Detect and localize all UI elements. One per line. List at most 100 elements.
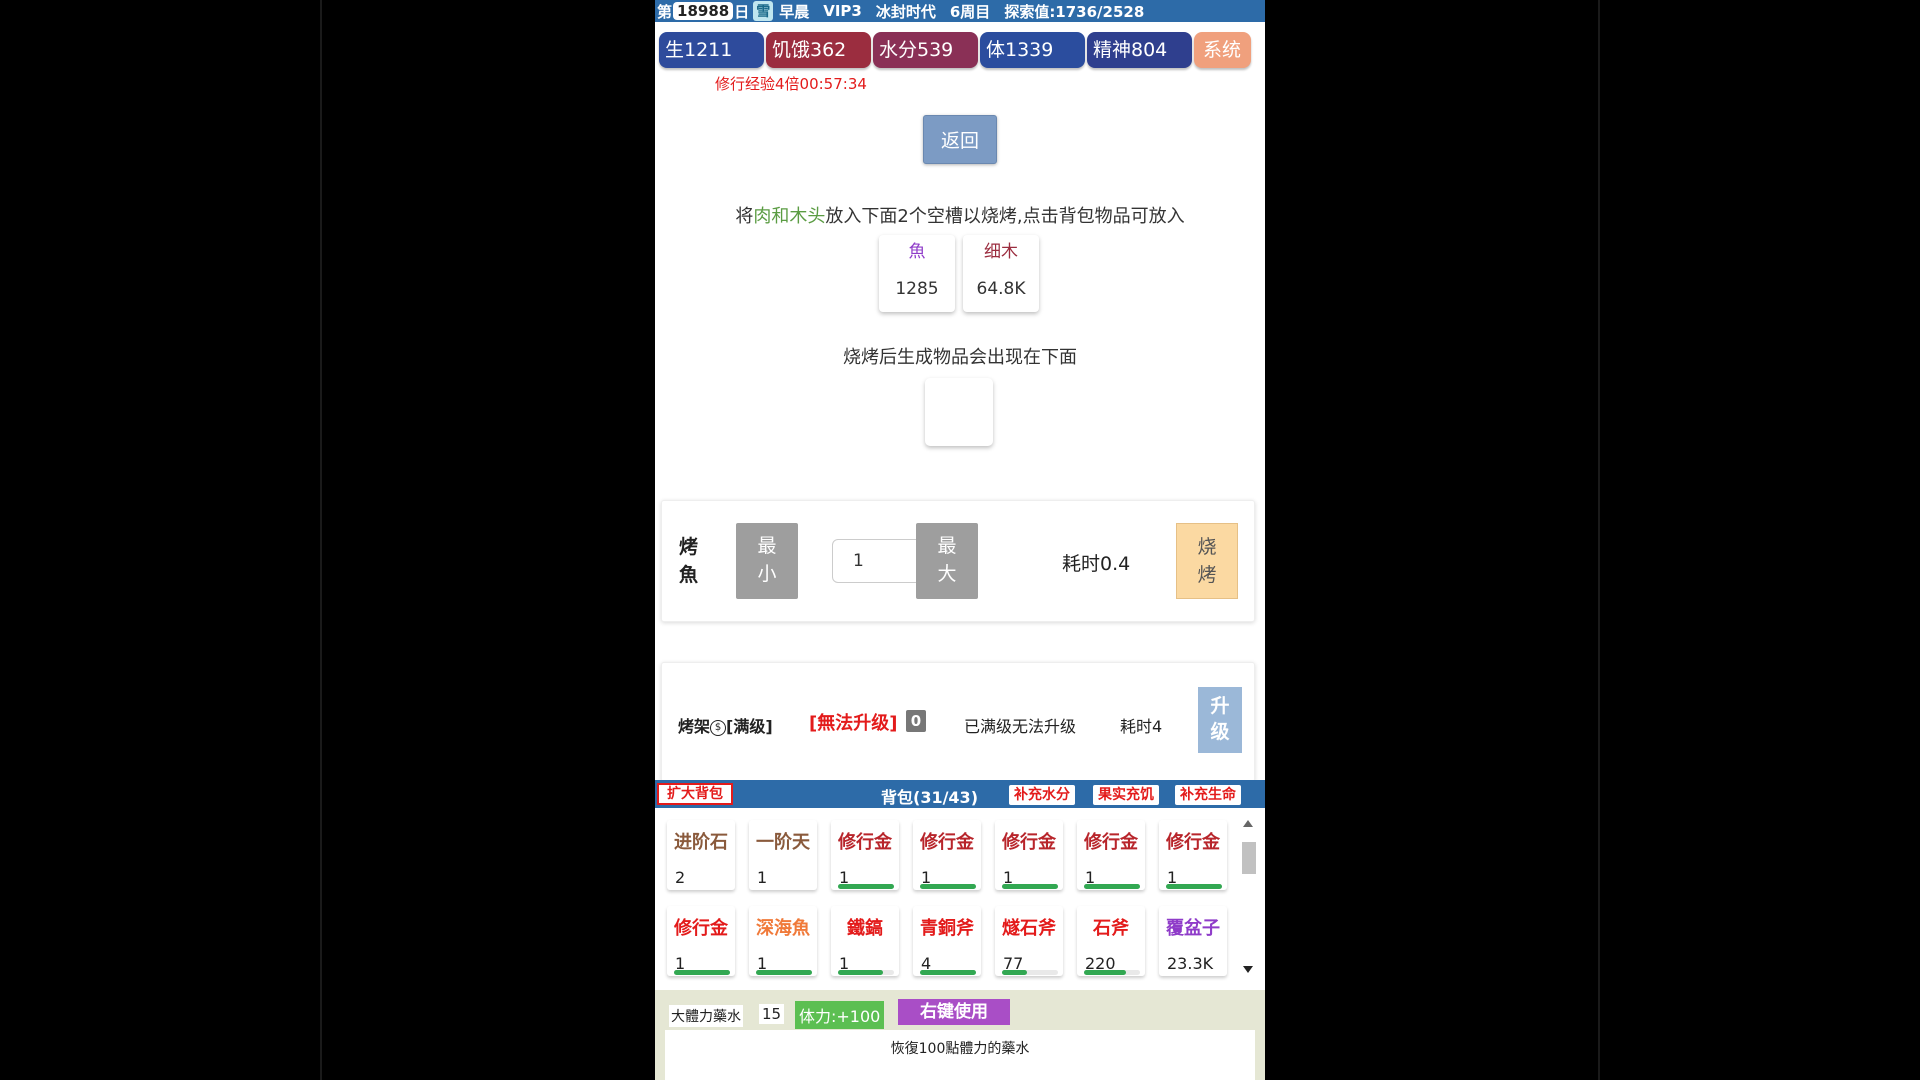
instr-pre: 将: [735, 206, 754, 227]
instr-highlight: 肉和木头: [753, 206, 826, 227]
backpack-item[interactable]: 燧石斧 77: [995, 906, 1063, 976]
water-stat[interactable]: 水分539: [873, 32, 978, 68]
item-durability-fill: [920, 884, 976, 889]
backpack-scrollbar[interactable]: [1240, 820, 1256, 980]
item-name: 石斧: [1093, 918, 1129, 939]
input-slot-wood[interactable]: 细木 64.8K: [963, 235, 1039, 312]
item-name: 燧石斧: [1002, 918, 1056, 939]
day-prefix: 第: [657, 2, 673, 21]
max-button-label: 最大: [937, 535, 957, 585]
eat-fruit-button[interactable]: 果实充饥: [1093, 785, 1159, 805]
output-slot[interactable]: [925, 378, 993, 446]
output-hint: 烧烤后生成物品会出现在下面: [843, 347, 1077, 368]
detail-item-effect: 体力:+100: [795, 1001, 885, 1029]
backpack-item[interactable]: 修行金 1: [831, 820, 899, 890]
week-count: 6周目: [949, 2, 991, 21]
replenish-life-button[interactable]: 补充生命: [1175, 785, 1241, 805]
item-durability-bar: [838, 970, 894, 975]
roast-instructions: 将肉和木头放入下面2个空槽以烧烤,点击背包物品可放入: [655, 202, 1265, 228]
backpack-item[interactable]: 石斧 220: [1077, 906, 1145, 976]
upgrade-count-badge: 0: [906, 710, 926, 732]
backpack-item[interactable]: 修行金 1: [913, 820, 981, 890]
maxed-text: 已满级无法升级: [964, 717, 1077, 736]
stats-row: 生1211 饥饿362 水分539 体1339 精神804 系统: [655, 22, 1265, 68]
item-name: 进阶石: [674, 832, 728, 853]
item-name: 修行金: [1166, 832, 1220, 853]
detail-item-description: 恢復100點體力的藥水: [665, 1030, 1255, 1080]
viewport-border-left: [320, 0, 322, 1080]
weather-badge: 雪: [753, 1, 774, 21]
backpack-bar: 扩大背包 背包(31/43) 补充水分 果实充饥 补充生命: [655, 780, 1265, 808]
slot-item-qty: 1285: [895, 279, 939, 299]
item-qty: 1: [757, 868, 768, 887]
item-durability-bar: [1166, 884, 1222, 889]
item-qty: 2: [675, 868, 686, 887]
expand-backpack-button[interactable]: 扩大背包: [657, 783, 733, 805]
cannot-upgrade-label: [無法升级]: [809, 713, 898, 734]
backpack-item[interactable]: 修行金 1: [1159, 820, 1227, 890]
roast-button[interactable]: 烧烤: [1176, 523, 1238, 599]
grill-name: 烤架: [678, 717, 711, 736]
vip-level: VIP3: [823, 2, 862, 20]
system-button[interactable]: 系统: [1194, 32, 1251, 68]
day-suffix: 日: [734, 2, 750, 21]
grill-time: 耗时4: [1120, 717, 1163, 736]
backpack-item[interactable]: 一阶天 1: [749, 820, 817, 890]
backpack-item[interactable]: 进阶石 2: [667, 820, 735, 890]
stamina-stat[interactable]: 体1339: [980, 32, 1085, 68]
min-button[interactable]: 最小: [736, 523, 798, 599]
hunger-stat[interactable]: 饥饿362: [766, 32, 871, 68]
item-durability-fill: [756, 970, 812, 975]
item-detail-panel: 大體力藥水 15 体力:+100 右键使用 恢復100點體力的藥水: [655, 990, 1265, 1080]
item-name: 修行金: [674, 918, 728, 939]
backpack-item[interactable]: 覆盆子 23.3K: [1159, 906, 1227, 976]
item-durability-fill: [920, 970, 976, 975]
scroll-thumb[interactable]: [1242, 842, 1256, 874]
scroll-up-arrow-icon[interactable]: [1243, 820, 1253, 827]
item-durability-bar: [1084, 884, 1140, 889]
item-durability-fill: [1002, 884, 1058, 889]
detail-item-name: 大體力藥水: [669, 1005, 743, 1027]
spirit-stat[interactable]: 精神804: [1087, 32, 1192, 68]
item-name: 修行金: [920, 832, 974, 853]
item-durability-fill: [1002, 970, 1028, 975]
slot-item-name: 魚: [908, 242, 926, 262]
grill-title: 烤架 $ [满级]: [678, 713, 773, 737]
life-stat[interactable]: 生1211: [659, 32, 764, 68]
item-durability-bar: [838, 884, 894, 889]
time-of-day: 早晨: [779, 2, 810, 21]
backpack-item[interactable]: 修行金 1: [667, 906, 735, 976]
upgrade-button[interactable]: 升级: [1198, 687, 1242, 753]
item-qty: 23.3K: [1167, 954, 1214, 973]
use-item-button[interactable]: 右键使用: [898, 999, 1010, 1025]
scroll-down-arrow-icon[interactable]: [1243, 966, 1253, 973]
item-name: 修行金: [838, 832, 892, 853]
max-button[interactable]: 最大: [916, 523, 978, 599]
detail-item-qty: 15: [759, 1004, 785, 1024]
game-window: 第 18988 日 雪 早晨 VIP3 冰封时代 6周目 探索值:1736/25…: [655, 0, 1265, 1080]
item-name: 覆盆子: [1166, 918, 1220, 939]
item-durability-fill: [1084, 884, 1140, 889]
era-name: 冰封时代: [875, 2, 936, 21]
item-durability-fill: [674, 970, 730, 975]
backpack-item[interactable]: 青銅斧 4: [913, 906, 981, 976]
slot-item-name: 细木: [984, 242, 1018, 262]
min-button-label: 最小: [757, 535, 777, 585]
backpack-item[interactable]: 鐵鎬 1: [831, 906, 899, 976]
roast-panel: 烤魚 最小 最大 耗时0.4 烧烤: [661, 500, 1255, 622]
coin-icon: $: [710, 719, 727, 736]
back-button[interactable]: 返回: [923, 115, 997, 164]
item-name: 修行金: [1002, 832, 1056, 853]
quantity-input[interactable]: [832, 539, 928, 583]
backpack-item[interactable]: 修行金 1: [995, 820, 1063, 890]
replenish-water-button[interactable]: 补充水分: [1009, 785, 1075, 805]
item-durability-bar: [756, 970, 812, 975]
viewport-border-right: [1598, 0, 1600, 1080]
input-slot-fish[interactable]: 魚 1285: [879, 235, 955, 312]
backpack-item[interactable]: 深海魚 1: [749, 906, 817, 976]
explore-value: 探索值:1736/2528: [1004, 2, 1145, 21]
backpack-item[interactable]: 修行金 1: [1077, 820, 1145, 890]
item-durability-fill: [838, 884, 894, 889]
grill-panel: 烤架 $ [满级] [無法升级] 0 已满级无法升级 耗时4 升级: [661, 662, 1255, 782]
backpack-grid: 进阶石 2 一阶天 1 修行金 1 修行金 1 修行金 1 修行金 1 修行金 1 修行金 1 深海魚 1 鐵鎬 1 青…: [655, 808, 1265, 986]
